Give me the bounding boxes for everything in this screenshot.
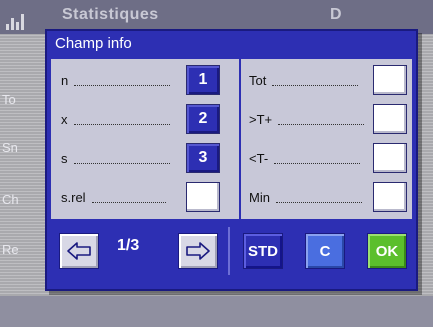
info-row-tot: Tot [249, 65, 364, 95]
info-label: x [61, 111, 68, 127]
info-slot-tot[interactable] [373, 65, 407, 95]
background-bottom-bar [0, 296, 433, 327]
arrow-right-icon [186, 242, 210, 260]
next-page-button[interactable] [178, 233, 218, 269]
info-slot-min[interactable] [373, 182, 407, 212]
dotted-leader [272, 75, 359, 86]
info-row-min: Min [249, 182, 368, 212]
background-title: Statistiques [62, 6, 159, 23]
info-slot-n[interactable]: 1 [186, 65, 220, 95]
info-row-t-minus: <T- [249, 143, 366, 173]
info-row-s: s [61, 143, 176, 173]
ok-button[interactable]: OK [367, 233, 407, 269]
arrow-left-icon [67, 242, 91, 260]
column-divider [239, 59, 241, 219]
dialog-title: Champ info [55, 35, 132, 52]
info-slot-t-plus[interactable] [373, 104, 407, 134]
background-side-label: To [2, 92, 16, 107]
clear-button[interactable]: C [305, 233, 345, 269]
info-label: s.rel [61, 189, 86, 205]
background-title-right: D [330, 6, 342, 23]
info-label: Min [249, 189, 270, 205]
prev-page-button[interactable] [59, 233, 99, 269]
background-side-label: Ch [2, 192, 19, 207]
dotted-leader [275, 192, 362, 203]
info-row-x: x [61, 104, 176, 134]
background-side-label: Sn [2, 140, 18, 155]
info-slot-s-rel[interactable] [186, 182, 220, 212]
background-side-label: Re [2, 242, 19, 257]
dotted-leader [91, 192, 166, 203]
info-row-s-rel: s.rel [61, 182, 172, 212]
info-row-n: n [61, 65, 176, 95]
dotted-leader [73, 114, 170, 125]
info-slot-s[interactable]: 3 [186, 143, 220, 173]
dotted-leader [73, 153, 170, 164]
dotted-leader [274, 153, 361, 164]
dotted-leader [74, 75, 171, 86]
info-slot-x[interactable]: 2 [186, 104, 220, 134]
page-indicator: 1/3 [117, 237, 140, 254]
std-button[interactable]: STD [243, 233, 283, 269]
info-field-grid: n 1 x 2 s 3 s.rel Tot >T+ <T- Min [51, 59, 412, 219]
info-label: n [61, 72, 69, 88]
footer-separator [228, 227, 230, 275]
info-label: Tot [249, 72, 267, 88]
info-label: <T- [249, 150, 269, 166]
info-slot-t-minus[interactable] [373, 143, 407, 173]
dialog-footer: 1/3 STD C OK [51, 227, 412, 283]
champ-info-dialog: Champ info n 1 x 2 s 3 s.rel Tot >T+ <T-… [45, 29, 418, 291]
info-label: s [61, 150, 68, 166]
dotted-leader [278, 114, 365, 125]
info-row-t-plus: >T+ [249, 104, 370, 134]
info-label: >T+ [249, 111, 273, 127]
statistics-icon [6, 12, 28, 30]
